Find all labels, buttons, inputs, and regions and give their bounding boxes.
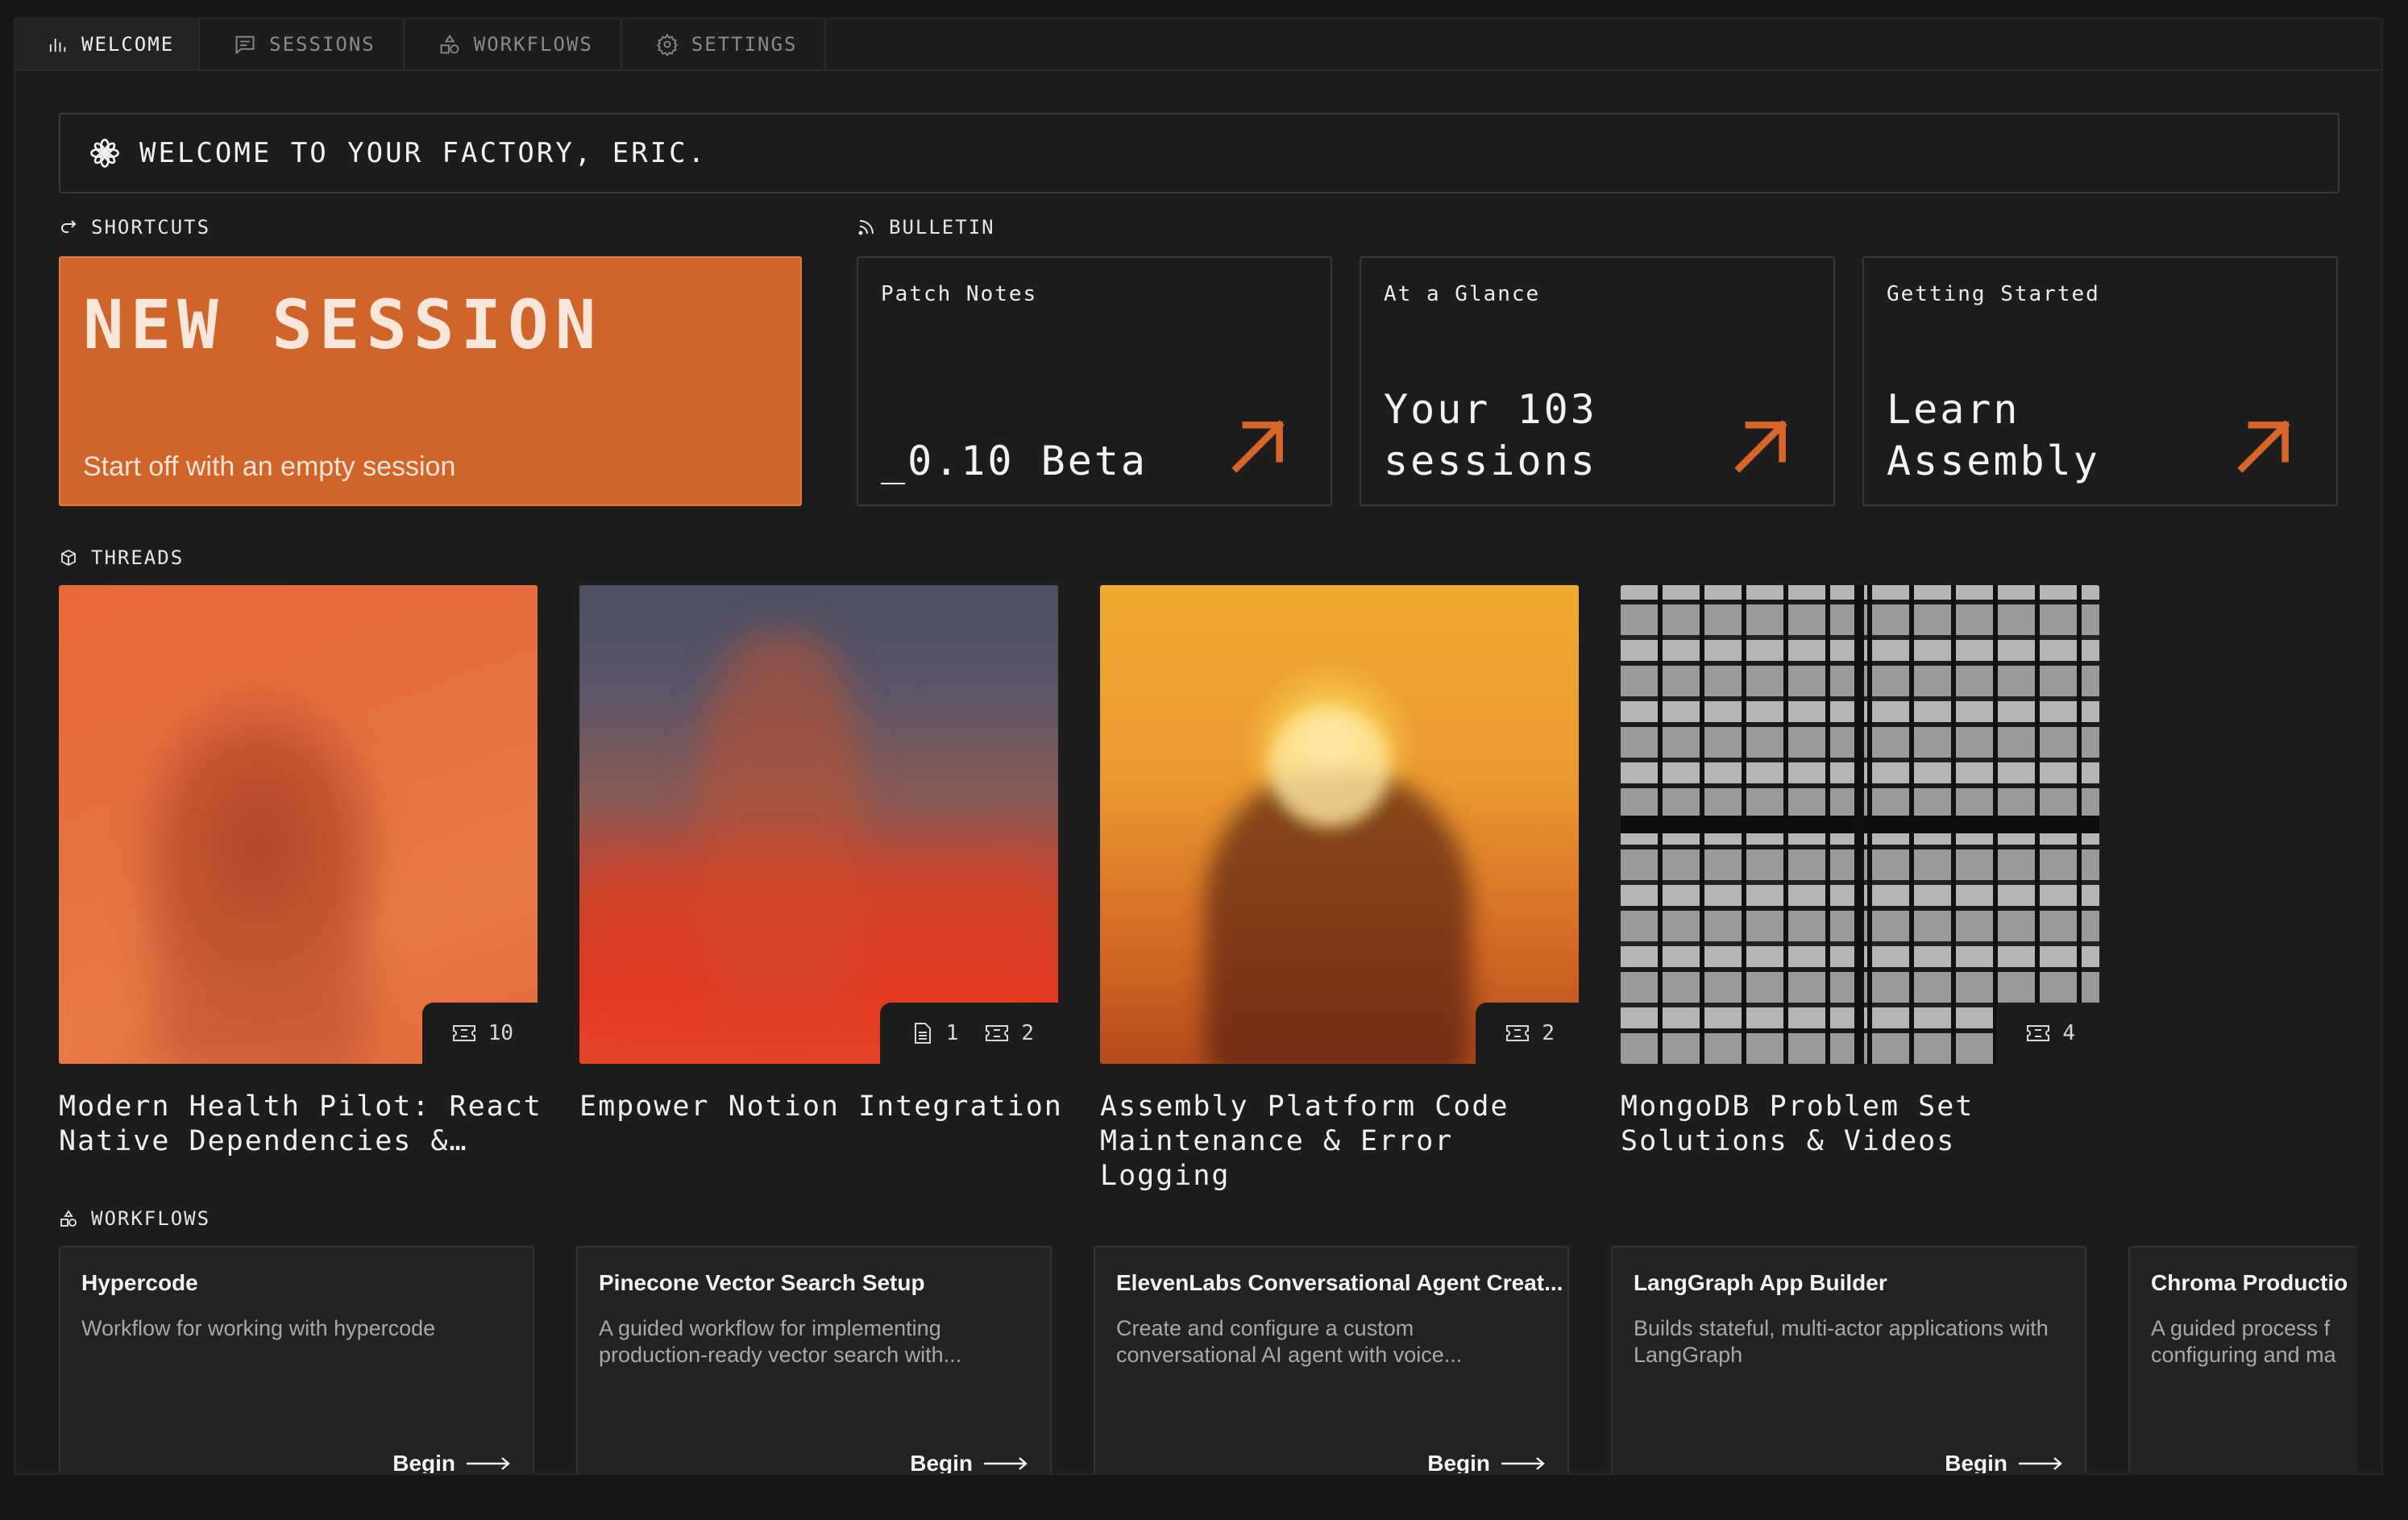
welcome-text: WELCOME TO YOUR FACTORY, ERIC. — [139, 137, 708, 169]
workflow-title: ElevenLabs Conversational Agent Creat... — [1116, 1270, 1563, 1295]
workflow-title: LangGraph App Builder — [1634, 1270, 1887, 1295]
shortcuts-heading: SHORTCUTS — [59, 216, 210, 239]
workflow-title: Pinecone Vector Search Setup — [599, 1270, 925, 1295]
workflow-card[interactable]: ElevenLabs Conversational Agent Creat...… — [1094, 1246, 1569, 1475]
arrow-right-icon — [467, 1457, 510, 1470]
bulletin-card-title: Patch Notes — [881, 282, 1038, 306]
begin-label: Begin — [1945, 1451, 2007, 1475]
app-window: WELCOME SESSIONS WORKFLOWS SETTINGS WELC… — [14, 18, 2383, 1475]
ticket-count: 2 — [1021, 1021, 1034, 1045]
thread-card[interactable]: 10 — [59, 585, 538, 1064]
arrow-right-icon — [984, 1457, 1028, 1470]
chat-icon — [235, 35, 255, 55]
ticket-count: 4 — [2062, 1021, 2075, 1045]
thread-card[interactable]: 2 — [1100, 585, 1579, 1064]
ticket-count: 2 — [1542, 1021, 1555, 1045]
tab-settings[interactable]: SETTINGS — [622, 19, 827, 69]
tab-label: WELCOME — [81, 33, 175, 56]
bulletin-heading: BULLETIN — [857, 216, 995, 239]
gear-icon — [656, 33, 678, 56]
redo-icon — [61, 220, 77, 233]
bulletin-card-headline: _0.10 Beta — [881, 438, 1148, 484]
bulletin-card-headline: Your 103 sessions — [1384, 386, 1597, 484]
rss-icon — [858, 220, 874, 235]
bulletin-card-patch-notes[interactable]: Patch Notes _0.10 Beta — [857, 256, 1332, 506]
doc-count: 1 — [945, 1021, 959, 1045]
thread-badge: 2 — [1476, 1003, 1579, 1064]
thread-cover-image — [59, 585, 538, 1064]
thread-badge: 4 — [1996, 1003, 2099, 1064]
workflow-description: Builds stateful, multi-actor application… — [1634, 1316, 2049, 1367]
workflow-description: A guided process f configuring and ma — [2151, 1316, 2336, 1367]
arrow-up-right-icon — [1231, 420, 1285, 473]
thread-title[interactable]: Assembly Platform Code Maintenance & Err… — [1100, 1090, 1584, 1194]
threads-heading: THREADS — [59, 546, 184, 569]
begin-label: Begin — [1427, 1451, 1490, 1475]
thread-card[interactable]: 4 — [1621, 585, 2099, 1064]
workflow-card[interactable]: Chroma Productio A guided process f conf… — [2128, 1246, 2357, 1473]
begin-button[interactable]: Begin — [1427, 1451, 1547, 1475]
thread-card[interactable]: 1 2 — [579, 585, 1058, 1064]
arrow-up-right-icon — [2237, 420, 2290, 473]
bulletin-card-getting-started[interactable]: Getting Started Learn Assembly — [1862, 256, 2338, 506]
tab-workflows[interactable]: WORKFLOWS — [405, 19, 622, 69]
bar-chart-icon — [49, 39, 66, 52]
workflow-title: Chroma Productio — [2151, 1270, 2348, 1295]
arrow-right-icon — [2019, 1457, 2062, 1470]
arrow-up-right-icon — [1734, 420, 1787, 473]
shapes-icon — [60, 1210, 77, 1227]
thread-badge: 10 — [421, 1003, 538, 1064]
bulletin-card-headline: Learn Assembly — [1887, 386, 2100, 484]
thread-cover-image — [579, 585, 1058, 1064]
ticket-icon — [452, 1025, 475, 1041]
ticket-count: 10 — [488, 1021, 513, 1045]
shapes-icon — [440, 34, 459, 54]
new-session-title: NEW SESSION — [83, 285, 603, 364]
workflow-description: Workflow for working with hypercode — [81, 1316, 436, 1340]
section-label-text: WORKFLOWS — [91, 1207, 211, 1230]
tab-sessions[interactable]: SESSIONS — [200, 19, 405, 69]
bulletin-card-title: Getting Started — [1887, 282, 2100, 306]
begin-label: Begin — [910, 1451, 973, 1475]
tab-welcome[interactable]: WELCOME — [15, 19, 201, 69]
begin-button[interactable]: Begin — [392, 1451, 512, 1475]
cube-icon — [61, 549, 76, 567]
workflow-description: A guided workflow for implementing produ… — [599, 1316, 962, 1367]
tab-label: SESSIONS — [269, 33, 376, 56]
workflow-card[interactable]: Hypercode Workflow for working with hype… — [59, 1246, 534, 1475]
flower-icon — [90, 139, 119, 168]
thread-title[interactable]: Modern Health Pilot: React Native Depend… — [59, 1090, 542, 1159]
new-session-subtitle: Start off with an empty session — [83, 451, 456, 482]
document-icon — [914, 1023, 931, 1044]
section-label-text: SHORTCUTS — [91, 216, 211, 239]
section-label-text: THREADS — [91, 546, 185, 569]
thread-badge: 1 2 — [879, 1003, 1058, 1064]
begin-button[interactable]: Begin — [1945, 1451, 2064, 1475]
workflows-heading: WORKFLOWS — [59, 1207, 210, 1230]
tab-bar: WELCOME SESSIONS WORKFLOWS SETTINGS — [15, 19, 2381, 71]
begin-label: Begin — [392, 1451, 455, 1475]
section-label-text: BULLETIN — [889, 216, 995, 239]
workflow-card[interactable]: Pinecone Vector Search Setup A guided wo… — [576, 1246, 1052, 1475]
thread-title[interactable]: MongoDB Problem Set Solutions & Videos — [1621, 1090, 2104, 1159]
ticket-icon — [2027, 1025, 2050, 1041]
tab-label: SETTINGS — [691, 33, 798, 56]
thread-cover-image — [1621, 585, 2099, 1064]
workflow-title: Hypercode — [81, 1270, 198, 1295]
bulletin-card-at-a-glance[interactable]: At a Glance Your 103 sessions — [1360, 256, 1835, 506]
arrow-right-icon — [1501, 1457, 1545, 1470]
ticket-icon — [1506, 1025, 1530, 1041]
new-session-button[interactable]: NEW SESSION Start off with an empty sess… — [59, 256, 802, 506]
ticket-icon — [986, 1025, 1009, 1041]
workflow-description: Create and configure a custom conversati… — [1116, 1316, 1463, 1367]
welcome-banner: WELCOME TO YOUR FACTORY, ERIC. — [59, 113, 2339, 193]
bulletin-card-title: At a Glance — [1384, 282, 1541, 306]
tab-label: WORKFLOWS — [473, 33, 593, 56]
workflow-card[interactable]: LangGraph App Builder Builds stateful, m… — [1611, 1246, 2086, 1475]
thread-cover-image — [1100, 585, 1579, 1064]
thread-title[interactable]: Empower Notion Integration — [579, 1090, 1063, 1124]
begin-button[interactable]: Begin — [910, 1451, 1029, 1475]
